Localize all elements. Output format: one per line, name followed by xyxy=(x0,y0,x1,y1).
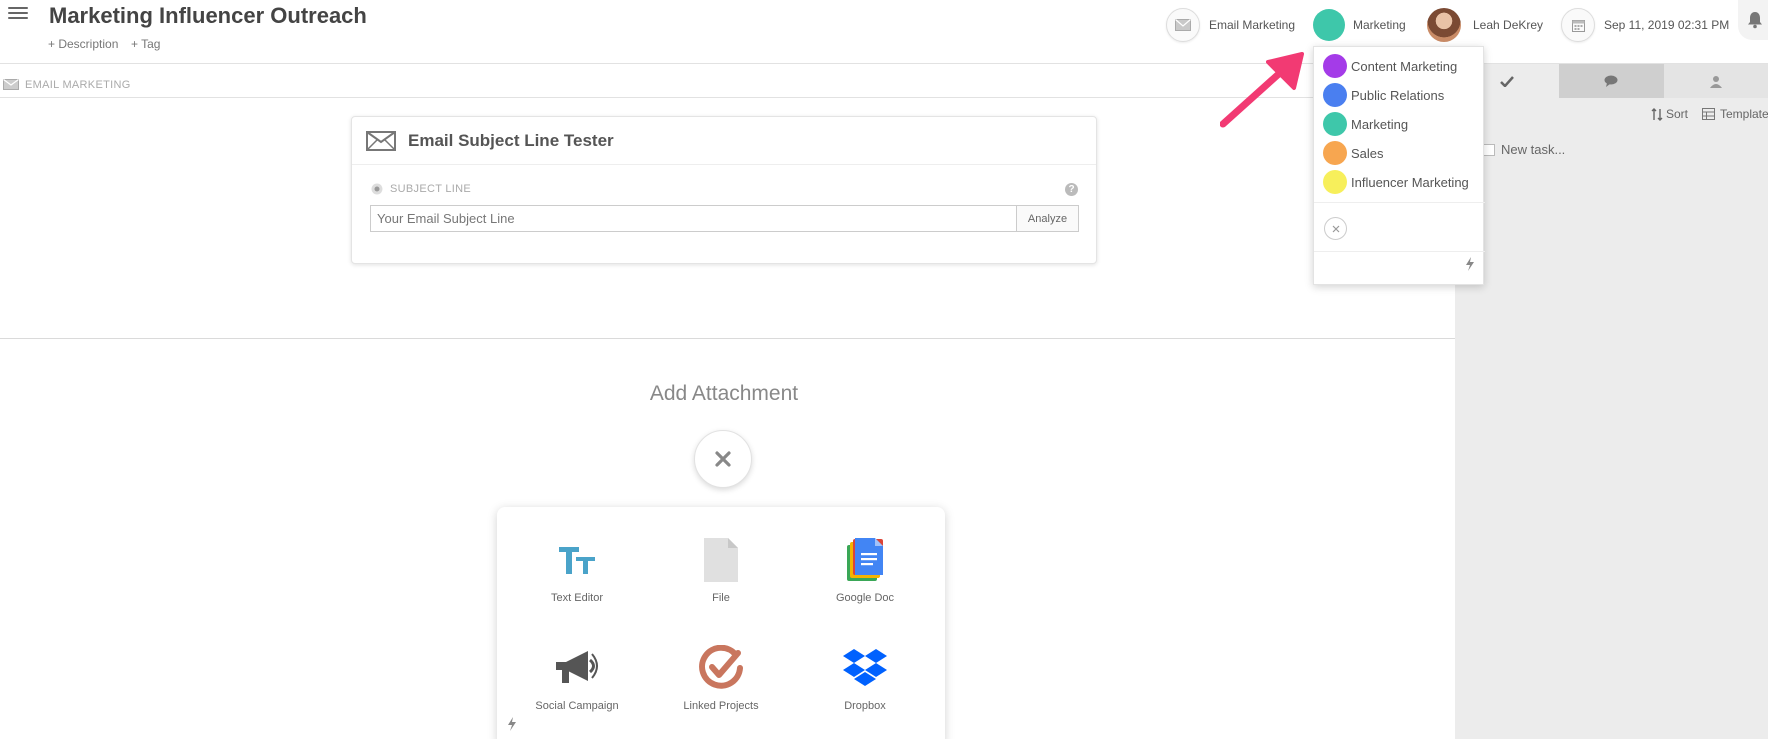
attach-label: Social Campaign xyxy=(535,700,619,712)
lock-icon xyxy=(371,183,383,195)
app-window: Marketing Influencer Outreach + Descript… xyxy=(0,0,1768,739)
add-description-link[interactable]: + Description xyxy=(48,37,118,51)
due-date-label: Sep 11, 2019 02:31 PM xyxy=(1604,18,1730,32)
attach-linked-projects[interactable]: Linked Projects xyxy=(647,643,795,712)
google-doc-icon xyxy=(791,535,939,585)
assignee-selector[interactable]: Leah DeKrey xyxy=(1427,8,1543,42)
add-attachment-title: Add Attachment xyxy=(649,382,799,405)
dropdown-item-content-marketing[interactable]: Content Marketing xyxy=(1323,53,1457,79)
checkmark-icon xyxy=(1500,75,1515,87)
annotation-arrow-icon xyxy=(1220,52,1304,128)
dropbox-icon xyxy=(791,643,939,693)
envelope-icon xyxy=(3,79,19,90)
dropdown-item-public-relations[interactable]: Public Relations xyxy=(1323,82,1444,108)
dropdown-divider xyxy=(1314,251,1485,252)
color-dot xyxy=(1323,141,1347,165)
subject-line-input[interactable] xyxy=(370,205,1016,232)
dropdown-item-influencer-marketing[interactable]: Influencer Marketing xyxy=(1323,169,1469,195)
section-label: EMAIL MARKETING xyxy=(25,78,131,91)
attach-label: Dropbox xyxy=(844,700,886,712)
user-icon xyxy=(1709,75,1722,88)
color-dot xyxy=(1323,170,1347,194)
dropdown-item-sales[interactable]: Sales xyxy=(1323,140,1384,166)
attachment-options-panel: Text Editor File Google Doc Social Campa… xyxy=(497,507,945,739)
chat-bubble-icon xyxy=(1604,75,1618,87)
tab-comments[interactable] xyxy=(1559,64,1664,98)
text-editor-icon xyxy=(503,535,651,585)
attach-label: File xyxy=(712,592,730,604)
clear-category-button[interactable] xyxy=(1324,217,1347,240)
avatar xyxy=(1427,8,1461,42)
close-attachment-button[interactable] xyxy=(694,430,752,488)
dropdown-divider xyxy=(1314,202,1485,203)
assignee-name: Leah DeKrey xyxy=(1473,18,1544,32)
attach-dropbox[interactable]: Dropbox xyxy=(791,643,939,712)
templates-icon xyxy=(1702,108,1715,120)
dropdown-item-label: Marketing xyxy=(1351,116,1409,132)
attach-label: Linked Projects xyxy=(683,700,759,712)
templates-button[interactable]: Templates xyxy=(1702,107,1768,121)
category-dropdown: Content Marketing Public Relations Marke… xyxy=(1313,46,1485,285)
attach-file[interactable]: File xyxy=(647,535,795,604)
project-type-selector[interactable]: Email Marketing xyxy=(1166,8,1295,42)
attach-label: Google Doc xyxy=(835,592,895,604)
add-tag-link[interactable]: + Tag xyxy=(131,37,160,51)
category-selector[interactable]: Marketing xyxy=(1313,8,1406,42)
email-subject-tester-card: Email Subject Line Tester SUBJECT LINE ?… xyxy=(351,116,1097,264)
menu-icon[interactable] xyxy=(8,4,28,20)
new-task-checkbox[interactable] xyxy=(1483,144,1495,156)
envelope-icon xyxy=(366,130,396,151)
color-dot xyxy=(1323,54,1347,78)
dropdown-item-label: Public Relations xyxy=(1351,87,1445,103)
sort-icon xyxy=(1651,107,1663,121)
project-type-label: Email Marketing xyxy=(1209,18,1296,32)
help-icon[interactable]: ? xyxy=(1065,183,1078,196)
attach-text-editor[interactable]: Text Editor xyxy=(503,535,651,604)
subject-line-label: SUBJECT LINE xyxy=(371,183,471,195)
page-title: Marketing Influencer Outreach xyxy=(49,3,367,28)
sidebar-tabs xyxy=(1455,64,1768,98)
attach-social-campaign[interactable]: Social Campaign xyxy=(503,643,651,712)
section-divider xyxy=(0,338,1455,339)
attach-label: Text Editor xyxy=(551,592,603,604)
right-sidebar: KS Sort Templates New task... xyxy=(1455,64,1768,739)
new-task-input[interactable]: New task... xyxy=(1501,142,1565,157)
templates-label: Templates xyxy=(1720,107,1768,121)
megaphone-icon xyxy=(503,643,651,693)
dropdown-item-label: Influencer Marketing xyxy=(1351,174,1469,190)
linked-projects-icon xyxy=(647,643,795,693)
sort-button[interactable]: Sort xyxy=(1651,107,1688,121)
sort-label: Sort xyxy=(1666,107,1689,121)
lightning-icon xyxy=(1466,257,1474,271)
category-color-dot xyxy=(1313,9,1345,41)
card-title: Email Subject Line Tester xyxy=(408,130,614,150)
due-date-selector[interactable]: Sep 11, 2019 02:31 PM xyxy=(1561,8,1729,42)
color-dot xyxy=(1323,83,1347,107)
file-icon xyxy=(647,535,795,585)
envelope-icon xyxy=(1166,8,1200,42)
attach-google-doc[interactable]: Google Doc xyxy=(791,535,939,604)
close-icon xyxy=(715,451,731,467)
lightning-icon xyxy=(508,717,516,731)
tab-members[interactable] xyxy=(1663,64,1768,98)
calendar-icon xyxy=(1561,8,1595,42)
dropdown-item-marketing[interactable]: Marketing xyxy=(1323,111,1408,137)
dropdown-item-label: Content Marketing xyxy=(1351,58,1458,74)
notifications-bell-icon[interactable] xyxy=(1738,0,1768,40)
dropdown-item-label: Sales xyxy=(1351,145,1384,161)
category-label: Marketing xyxy=(1353,18,1406,32)
close-icon xyxy=(1332,225,1339,232)
top-header: Marketing Influencer Outreach + Descript… xyxy=(0,0,1768,64)
color-dot xyxy=(1323,112,1347,136)
analyze-button[interactable]: Analyze xyxy=(1016,205,1079,232)
subject-line-label-text: SUBJECT LINE xyxy=(390,183,472,195)
